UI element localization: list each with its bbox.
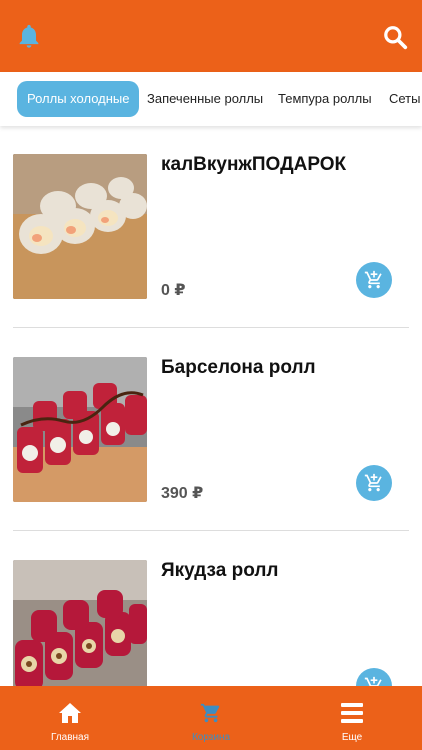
nav-home-label: Главная bbox=[50, 732, 90, 743]
tab-baked-rolls[interactable]: Запеченные роллы bbox=[147, 81, 263, 117]
divider bbox=[13, 327, 409, 328]
product-card[interactable]: калВкунжПОДАРОК 0 ₽ bbox=[0, 126, 422, 329]
app-screen: Роллы холодные Запеченные роллы Темпура … bbox=[0, 0, 422, 750]
product-card[interactable]: Барселона ролл 390 ₽ bbox=[0, 329, 422, 532]
nav-more[interactable]: Еще bbox=[282, 686, 422, 750]
product-photo bbox=[13, 154, 147, 299]
nav-more-label: Еще bbox=[341, 732, 363, 743]
nav-home[interactable]: Главная bbox=[0, 686, 140, 750]
tab-sets[interactable]: Сеты bbox=[389, 81, 420, 117]
category-tabs: Роллы холодные Запеченные роллы Темпура … bbox=[0, 72, 422, 126]
divider bbox=[13, 530, 409, 531]
product-list[interactable]: калВкунжПОДАРОК 0 ₽ Барселона ролл 390 ₽… bbox=[0, 126, 422, 686]
nav-cart[interactable]: Корзина bbox=[141, 686, 281, 750]
top-app-bar bbox=[0, 0, 422, 72]
product-name: Барселона ролл bbox=[161, 357, 316, 378]
add-to-cart-icon bbox=[364, 270, 382, 289]
bell-icon[interactable] bbox=[15, 22, 43, 50]
add-to-cart-button[interactable] bbox=[356, 465, 392, 501]
bottom-navigation: Главная Корзина Еще bbox=[0, 686, 422, 750]
product-photo bbox=[13, 560, 147, 686]
product-price: 390 ₽ bbox=[161, 485, 204, 502]
menu-icon bbox=[341, 703, 363, 723]
home-icon bbox=[59, 703, 81, 723]
tab-tempura-rolls[interactable]: Темпура роллы bbox=[278, 81, 372, 117]
add-to-cart-icon bbox=[364, 676, 382, 686]
add-to-cart-button[interactable] bbox=[356, 262, 392, 298]
cart-icon bbox=[200, 703, 220, 723]
nav-cart-label: Корзина bbox=[191, 732, 231, 743]
tab-cold-rolls[interactable]: Роллы холодные bbox=[17, 81, 140, 117]
add-to-cart-button[interactable] bbox=[356, 668, 392, 686]
search-icon[interactable] bbox=[382, 24, 408, 50]
product-photo bbox=[13, 357, 147, 502]
product-price: 0 ₽ bbox=[161, 282, 186, 299]
product-name: Якудза ролл bbox=[161, 560, 279, 581]
product-name: калВкунжПОДАРОК bbox=[161, 154, 347, 175]
product-card[interactable]: Якудза ролл bbox=[0, 532, 422, 686]
add-to-cart-icon bbox=[364, 473, 382, 492]
